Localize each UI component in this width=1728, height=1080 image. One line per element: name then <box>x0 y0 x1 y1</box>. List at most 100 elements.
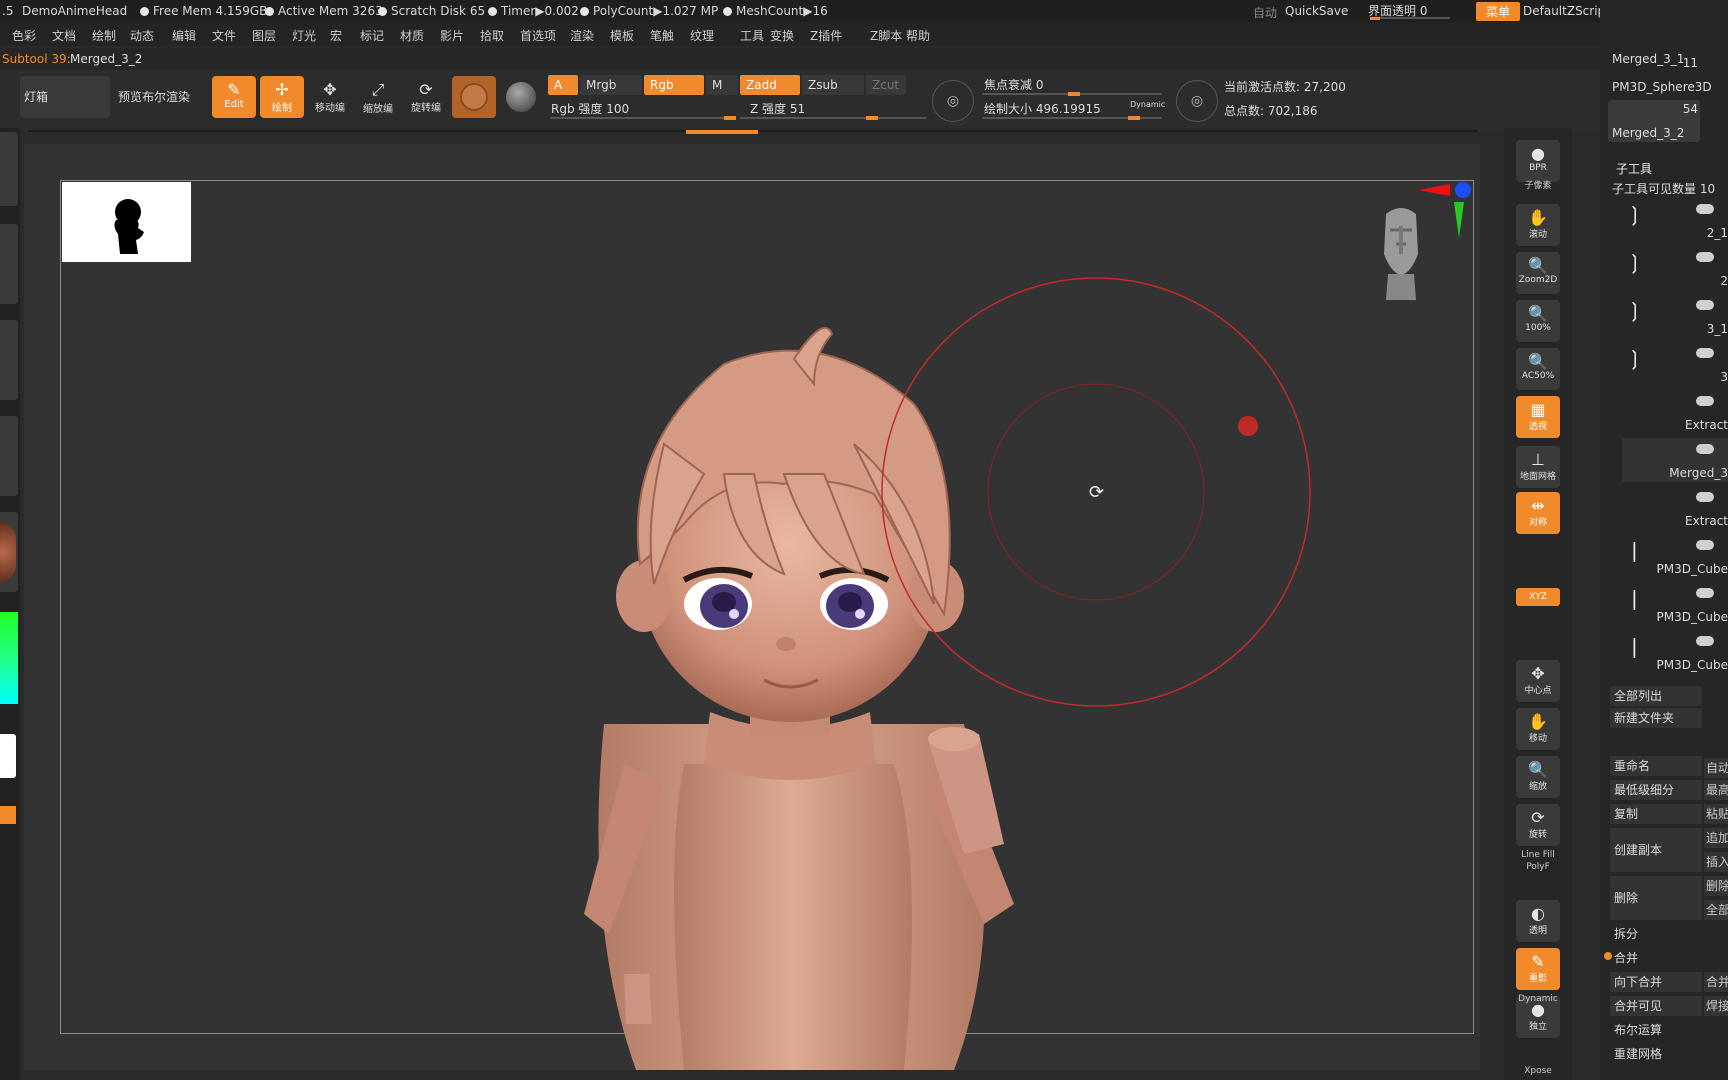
zcut-toggle[interactable]: Zcut <box>866 75 906 95</box>
visibility-toggle[interactable] <box>1696 204 1714 214</box>
subtool-row[interactable]: ❳ 3 <box>1622 342 1728 386</box>
menu-item[interactable]: 宏 <box>330 27 342 44</box>
alpha-slot[interactable] <box>0 320 18 400</box>
menu-item[interactable]: 编辑 <box>172 27 196 44</box>
draw-size-slider[interactable] <box>982 116 1162 120</box>
subtool-action-button[interactable]: 拆分 <box>1610 924 1702 944</box>
menu-item[interactable]: 文件 <box>212 27 236 44</box>
visibility-toggle[interactable] <box>1696 348 1714 358</box>
menu-item[interactable]: 绘制 <box>92 27 116 44</box>
subtool-side-button[interactable]: 粘贴 <box>1704 804 1728 824</box>
visibility-toggle[interactable] <box>1696 252 1714 262</box>
subtool-action-button[interactable]: 创建副本 <box>1610 828 1702 872</box>
transparency-track[interactable] <box>1370 17 1450 20</box>
a-toggle[interactable]: A <box>548 75 578 95</box>
visibility-toggle[interactable] <box>1696 396 1714 406</box>
shelf-button[interactable]: ✥ 中心点 <box>1516 660 1560 702</box>
menu-item[interactable]: 笔触 <box>650 27 674 44</box>
focal-shift-slider[interactable] <box>982 92 1162 96</box>
menu-item[interactable]: 影片 <box>440 27 464 44</box>
menu-item[interactable]: Z插件 <box>810 27 842 44</box>
subtool-side-button[interactable]: 插入 <box>1704 852 1728 872</box>
menu-item[interactable]: Z脚本 <box>870 27 902 44</box>
menu-item[interactable]: 渲染 <box>570 27 594 44</box>
material-slot[interactable] <box>0 512 18 592</box>
main-color-swatch[interactable] <box>0 734 16 778</box>
subtool-action-button[interactable]: 重建网格 <box>1610 1044 1702 1064</box>
menu-item[interactable]: 灯光 <box>292 27 316 44</box>
subtool-header[interactable]: 子工具 <box>1616 160 1652 177</box>
subtool-row[interactable]: Extract <box>1622 390 1728 434</box>
subtool-side-button[interactable]: 删除 <box>1704 876 1728 896</box>
slider-thumb[interactable] <box>724 116 736 120</box>
rgb-intensity-label[interactable]: Rgb 强度 100 <box>551 100 629 117</box>
shelf-button[interactable]: 🔍 AC50% <box>1516 348 1560 390</box>
subtool-action-button[interactable]: 布尔运算 <box>1610 1020 1702 1040</box>
secondary-color-swatch[interactable] <box>0 806 16 824</box>
subtool-action-button[interactable]: 合并 <box>1610 948 1702 968</box>
material-button[interactable] <box>452 76 496 118</box>
menu-item[interactable]: 工具 <box>740 27 764 44</box>
menu-item[interactable]: 拾取 <box>480 27 504 44</box>
shelf-caption[interactable]: PolyF <box>1516 862 1560 872</box>
shelf-button[interactable]: 🔍 缩放 <box>1516 756 1560 798</box>
shelf-button[interactable]: 🔍 100% <box>1516 300 1560 342</box>
z-intensity-slider[interactable] <box>740 116 926 120</box>
menu-item[interactable]: 文档 <box>52 27 76 44</box>
subtool-side-button[interactable]: 追加 <box>1704 828 1728 848</box>
menu-item[interactable]: 纹理 <box>690 27 714 44</box>
menu-item[interactable]: 标记 <box>360 27 384 44</box>
stroke-slot[interactable] <box>0 224 18 304</box>
menu-item[interactable]: 图层 <box>252 27 276 44</box>
shelf-button[interactable]: ✋ 滚动 <box>1516 204 1560 246</box>
zadd-toggle[interactable]: Zadd <box>740 75 800 95</box>
shelf-button[interactable]: ⇹ 对称 <box>1516 492 1560 534</box>
scroll-indicator[interactable] <box>686 130 758 134</box>
rotate-button[interactable]: ⟳ 旋转编 <box>404 76 448 118</box>
menu-item[interactable]: 色彩 <box>12 27 36 44</box>
model-viewport[interactable]: ⟳ <box>24 144 1480 1070</box>
slider-thumb[interactable] <box>866 116 878 120</box>
shelf-caption[interactable]: Xpose <box>1516 1066 1560 1076</box>
lightbox-button[interactable]: 灯箱 <box>20 76 110 118</box>
menu-item[interactable]: 首选项 <box>520 27 556 44</box>
draw-size-label[interactable]: 绘制大小 496.19915 <box>984 100 1101 117</box>
subtool-row[interactable]: Merged_3 <box>1622 438 1728 482</box>
stroke-s-icon[interactable]: ◎ <box>932 80 974 122</box>
edit-button[interactable]: ✎ Edit <box>212 76 256 118</box>
m-toggle[interactable]: M <box>706 75 738 95</box>
visibility-toggle[interactable] <box>1696 588 1714 598</box>
visibility-toggle[interactable] <box>1696 636 1714 646</box>
shelf-caption[interactable]: 子像素 <box>1516 178 1560 191</box>
subtool-action-button[interactable]: 删除 <box>1610 876 1702 920</box>
move-button[interactable]: ✥ 移动编 <box>308 76 352 118</box>
rgb-intensity-slider[interactable] <box>550 116 736 120</box>
mrgb-toggle[interactable]: Mrgb <box>580 75 642 95</box>
menu-item[interactable]: 模板 <box>610 27 634 44</box>
texture-sphere-icon[interactable] <box>506 82 536 112</box>
quicksave-button[interactable]: QuickSave <box>1285 4 1348 18</box>
scale-button[interactable]: ⤢ 缩放编 <box>356 76 400 118</box>
subtool-side-button[interactable]: 焊接 <box>1704 996 1728 1016</box>
tool-thumbnail[interactable]: PM3D_Sphere3D 11 <box>1608 54 1712 96</box>
shelf-button[interactable]: ● BPR <box>1516 140 1560 182</box>
brush-slot[interactable] <box>0 132 18 206</box>
tool-thumbnail[interactable]: Merged_3_2 54 <box>1608 100 1700 142</box>
shelf-button[interactable]: ◐ 透明 <box>1516 900 1560 942</box>
subtool-row[interactable]: ❘ PM3D_Cube <box>1622 630 1728 674</box>
draw-button[interactable]: ✢ 绘制 <box>260 76 304 118</box>
zsub-toggle[interactable]: Zsub <box>802 75 864 95</box>
subtool-side-button[interactable]: 合并 <box>1704 972 1728 992</box>
shelf-button[interactable]: ✋ 移动 <box>1516 708 1560 750</box>
shelf-caption[interactable]: Dynamic <box>1516 994 1560 1004</box>
subtool-row[interactable]: ❳ 2 <box>1622 246 1728 290</box>
shelf-button[interactable]: ✎ 重影 <box>1516 948 1560 990</box>
focal-shift-label[interactable]: 焦点衰减 0 <box>984 76 1043 93</box>
menu-item[interactable]: 动态 <box>130 27 154 44</box>
texture-slot[interactable] <box>0 416 18 496</box>
menu-item[interactable]: 帮助 <box>906 27 930 44</box>
subtool-action-button[interactable]: 新建文件夹 <box>1610 708 1702 728</box>
slider-thumb[interactable] <box>1128 116 1140 120</box>
slider-thumb[interactable] <box>1068 92 1080 96</box>
subtool-action-button[interactable]: 重命名 <box>1610 756 1702 776</box>
